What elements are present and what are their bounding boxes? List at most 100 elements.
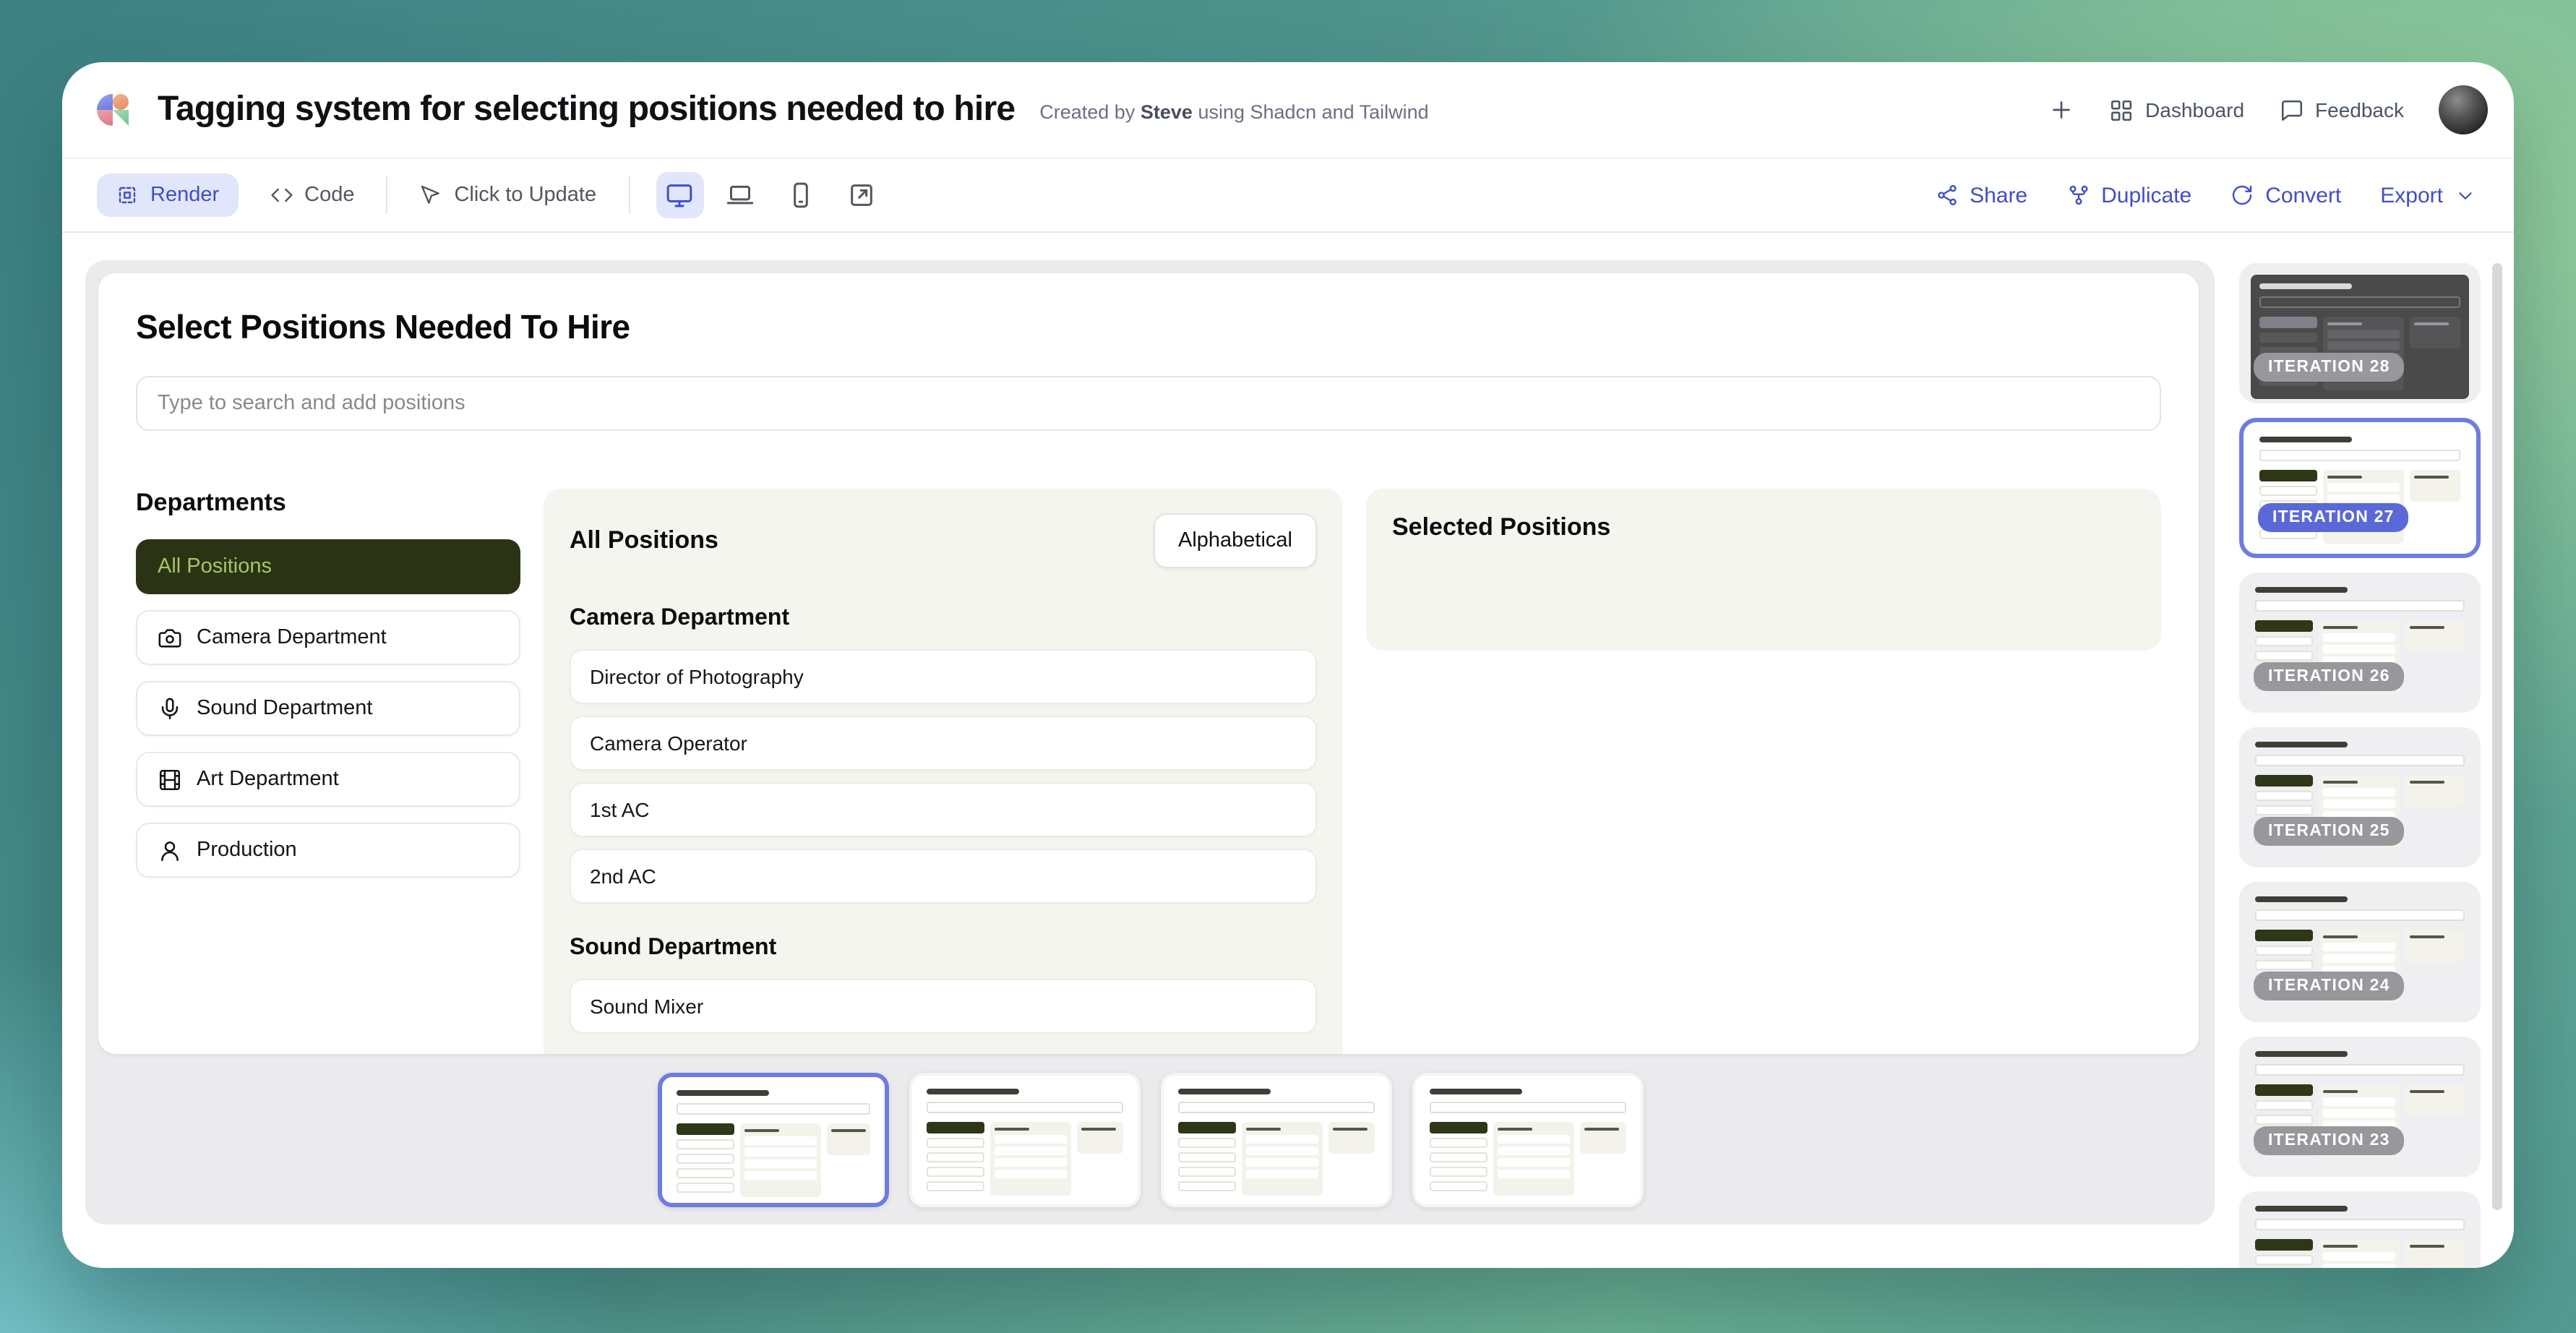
- iteration-card[interactable]: ITERATION 28: [2239, 263, 2481, 403]
- tab-render[interactable]: Render: [97, 173, 238, 217]
- user-avatar[interactable]: [2439, 85, 2488, 134]
- dashboard-button[interactable]: Dashboard: [2109, 98, 2244, 122]
- selected-positions-heading: Selected Positions: [1392, 513, 2135, 542]
- project-byline: Created by Steve using Shadcn and Tailwi…: [1039, 101, 1428, 123]
- share-nodes-icon: [1935, 184, 1958, 207]
- all-positions-heading: All Positions: [570, 526, 718, 555]
- position-groups: Camera Department Director of Photograph…: [570, 606, 1317, 1034]
- smartphone-icon: [786, 181, 815, 210]
- desktop-monitor-icon: [665, 181, 694, 210]
- app-mini-preview: [1429, 1089, 1626, 1195]
- iteration-card[interactable]: ITERATION 25: [2239, 727, 2481, 867]
- feedback-button[interactable]: Feedback: [2279, 98, 2404, 122]
- version-thumbnail[interactable]: [909, 1073, 1140, 1207]
- iteration-badge: ITERATION 24: [2254, 972, 2405, 1000]
- department-filter-button[interactable]: Art Department: [136, 752, 520, 807]
- iteration-card[interactable]: ITERATION 24: [2239, 882, 2481, 1022]
- camera-icon: [158, 625, 182, 650]
- toolbar-divider: [386, 176, 387, 214]
- titlebar: Tagging system for selecting positions n…: [62, 62, 2514, 159]
- speech-bubble-icon: [2279, 98, 2304, 122]
- device-toggle-desktop-monitor[interactable]: [656, 172, 703, 218]
- iteration-badge: ITERATION 25: [2254, 817, 2405, 846]
- iteration-card[interactable]: [2239, 1191, 2481, 1268]
- device-toggle-laptop[interactable]: [716, 172, 764, 218]
- version-thumbnail[interactable]: [657, 1073, 888, 1207]
- app-mini-preview: [1177, 1089, 1374, 1195]
- position-item[interactable]: Sound Mixer: [570, 979, 1317, 1034]
- iteration-card[interactable]: ITERATION 26: [2239, 573, 2481, 713]
- cursor-icon: [419, 184, 442, 207]
- app-mini-preview: [926, 1089, 1122, 1195]
- sidebar-scrollbar[interactable]: [2492, 263, 2502, 1210]
- iteration-badge: ITERATION 26: [2254, 662, 2405, 691]
- position-group: Sound Department Sound Mixer: [570, 935, 1317, 1034]
- person-icon: [158, 838, 182, 862]
- version-carousel: [657, 1073, 1643, 1207]
- iterations-list: ITERATION 28 ITERATION 27 ITERATION 26 I…: [2239, 263, 2514, 1268]
- department-filter-button[interactable]: Sound Department: [136, 681, 520, 736]
- selection-box-icon: [116, 184, 139, 207]
- export-button[interactable]: Export: [2380, 183, 2476, 207]
- fork-icon: [2066, 184, 2090, 207]
- grid-icon: [2109, 98, 2134, 122]
- alphabetical-sort-button[interactable]: Alphabetical: [1154, 513, 1317, 568]
- chevron-down-icon: [2455, 184, 2476, 206]
- position-item[interactable]: 1st AC: [570, 782, 1317, 837]
- click-to-update-button[interactable]: Click to Update: [419, 184, 596, 207]
- position-group-heading: Sound Department: [570, 935, 1317, 961]
- open-preview-icon: [847, 181, 876, 210]
- desktop-background: Tagging system for selecting positions n…: [0, 0, 2576, 1333]
- departments-heading: Departments: [136, 489, 520, 518]
- app-mini-preview: [2255, 1206, 2465, 1268]
- department-label: Sound Department: [197, 697, 372, 720]
- app-window: Tagging system for selecting positions n…: [62, 62, 2514, 1268]
- device-toggle-smartphone[interactable]: [777, 172, 825, 218]
- department-filter-button[interactable]: All Positions: [136, 539, 520, 594]
- iterations-sidebar: ITERATION 28 ITERATION 27 ITERATION 26 I…: [2215, 233, 2514, 1268]
- iteration-badge: ITERATION 28: [2254, 353, 2405, 382]
- iteration-badge: ITERATION 27: [2258, 503, 2409, 532]
- device-toggle-open-preview[interactable]: [838, 172, 885, 218]
- rendered-app: Select Positions Needed To Hire Departme…: [98, 273, 2199, 1054]
- app-logo-icon[interactable]: [97, 94, 129, 126]
- convert-button[interactable]: Convert: [2231, 183, 2341, 207]
- code-icon: [270, 184, 293, 207]
- position-group: Camera Department Director of Photograph…: [570, 606, 1317, 904]
- toolbar-divider: [628, 176, 630, 214]
- department-label: Art Department: [197, 768, 339, 791]
- toolbar: Render Code Click to Update Share: [62, 159, 2514, 233]
- device-toggle-group: [656, 172, 885, 218]
- departments-list: All Positions Camera Department Sound De…: [136, 539, 520, 878]
- position-item[interactable]: Camera Operator: [570, 716, 1317, 771]
- selected-positions-panel: Selected Positions: [1366, 489, 2161, 651]
- refresh-icon: [2231, 184, 2254, 207]
- version-thumbnail[interactable]: [1160, 1073, 1391, 1207]
- all-positions-panel: All Positions Alphabetical Camera Depart…: [544, 489, 1343, 1054]
- share-button[interactable]: Share: [1935, 183, 2027, 207]
- plus-icon[interactable]: [2048, 97, 2074, 123]
- tab-code[interactable]: Code: [270, 184, 354, 207]
- version-thumbnail[interactable]: [1412, 1073, 1643, 1207]
- author-name: Steve: [1141, 101, 1193, 123]
- department-label: Camera Department: [197, 626, 387, 649]
- department-label: Production: [197, 839, 297, 862]
- department-label: All Positions: [158, 555, 272, 578]
- render-preview-area: Select Positions Needed To Hire Departme…: [85, 260, 2215, 1225]
- app-mini-preview: [676, 1090, 870, 1196]
- laptop-icon: [726, 181, 755, 210]
- iteration-card[interactable]: ITERATION 27: [2239, 418, 2481, 558]
- film-icon: [158, 767, 182, 792]
- position-item[interactable]: Director of Photography: [570, 649, 1317, 704]
- project-title: Tagging system for selecting positions n…: [158, 90, 1015, 130]
- app-heading: Select Positions Needed To Hire: [136, 308, 2161, 347]
- iteration-badge: ITERATION 23: [2254, 1126, 2405, 1155]
- position-group-heading: Camera Department: [570, 606, 1317, 632]
- search-positions-input[interactable]: [136, 376, 2161, 431]
- microphone-icon: [158, 696, 182, 721]
- department-filter-button[interactable]: Camera Department: [136, 610, 520, 665]
- duplicate-button[interactable]: Duplicate: [2066, 183, 2191, 207]
- iteration-card[interactable]: ITERATION 23: [2239, 1037, 2481, 1177]
- position-item[interactable]: 2nd AC: [570, 849, 1317, 904]
- department-filter-button[interactable]: Production: [136, 823, 520, 878]
